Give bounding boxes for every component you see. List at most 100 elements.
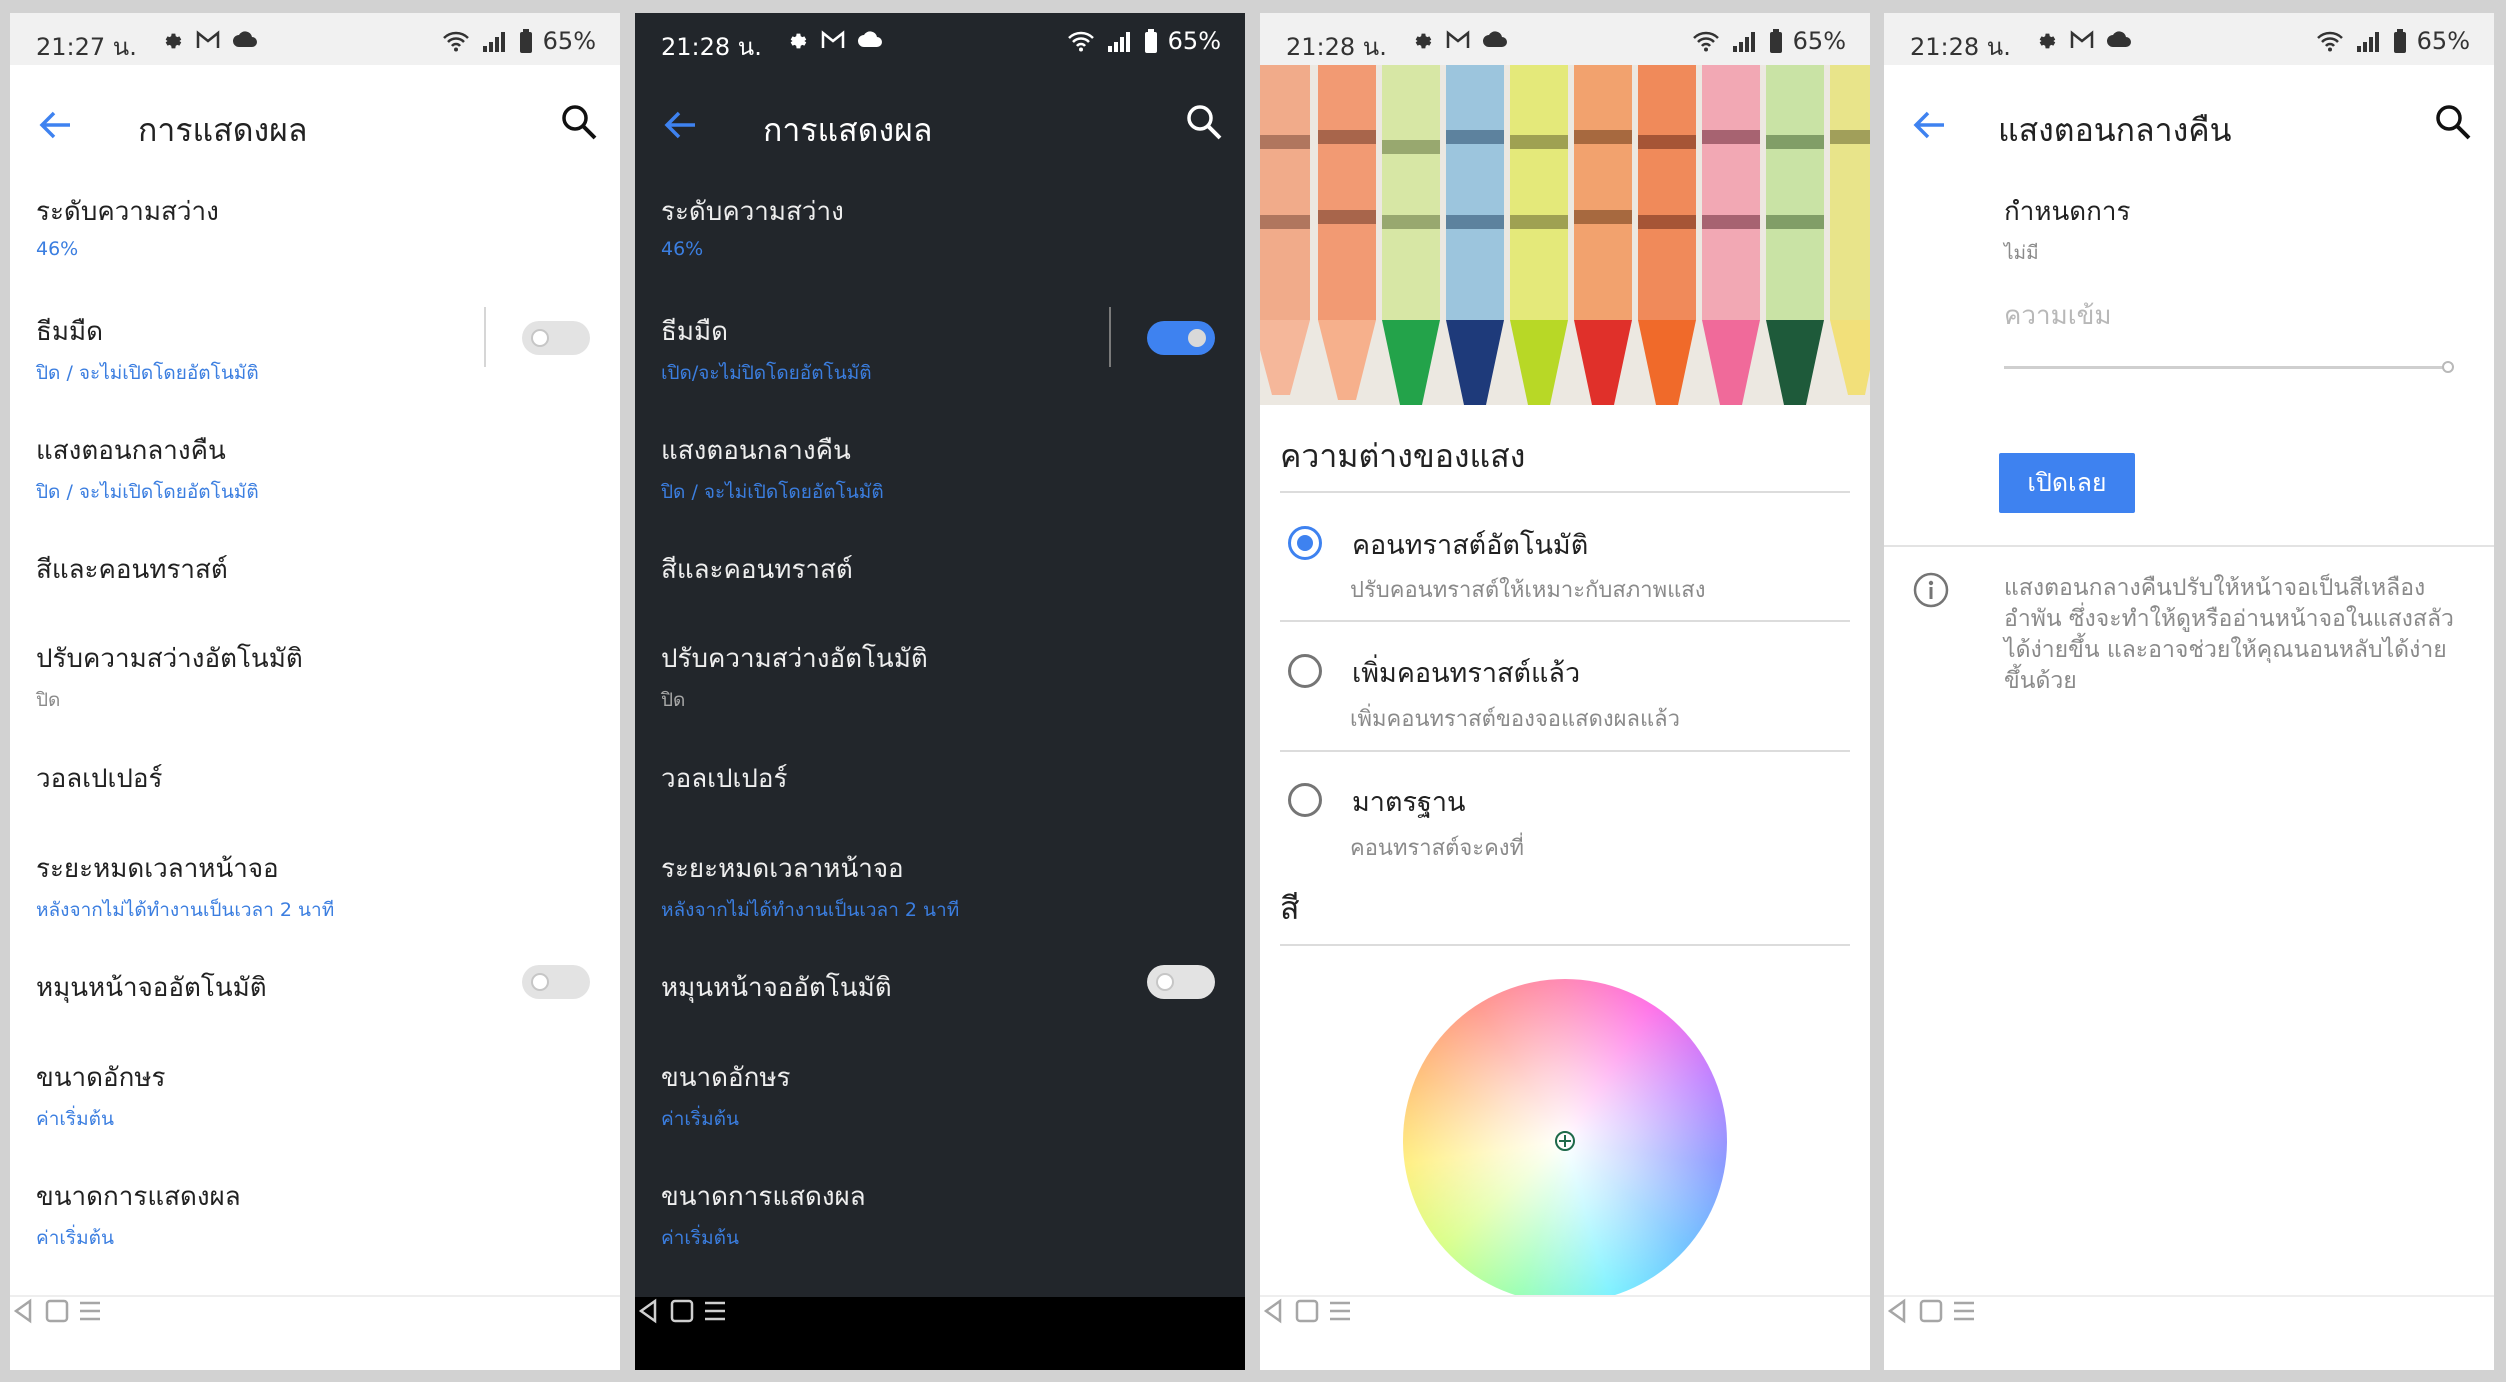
back-arrow-icon[interactable] (659, 103, 703, 147)
setting-subtitle: 46% (36, 238, 79, 260)
crayon (1766, 65, 1824, 405)
setting-title: วอลเปเปอร์ (36, 764, 163, 794)
nav-back-icon[interactable] (1884, 1297, 1912, 1325)
battery-icon (2393, 29, 2406, 53)
battery-icon (1144, 29, 1157, 53)
setting-subtitle: 46% (661, 238, 704, 260)
setting-title: กำหนดการ (2004, 197, 2131, 227)
setting-subtitle: ค่าเริ่มต้น (661, 1108, 739, 1130)
setting-screen-timeout[interactable]: ระยะหมดเวลาหน้าจอ หลังจากไม่ได้ทำงานเป็น… (36, 848, 596, 925)
nav-recents-icon[interactable] (1950, 1297, 1978, 1325)
gmail-icon (2070, 30, 2094, 48)
setting-night-light[interactable]: แสงตอนกลางคืน ปิด / จะไม่เปิดโดยอัตโนมัต… (661, 430, 1221, 507)
auto-rotate-toggle[interactable] (522, 965, 590, 999)
setting-subtitle: หลังจากไม่ได้ทำงานเป็นเวลา 2 นาที (661, 899, 960, 921)
radio-auto-contrast[interactable] (1288, 526, 1322, 560)
night-light-info-text: แสงตอนกลางคืนปรับให้หน้าจอเป็นสีเหลืองอำ… (2004, 575, 2454, 694)
crayons-header-image (1260, 65, 1870, 405)
nav-home-icon[interactable] (1293, 1297, 1321, 1325)
dark-theme-toggle[interactable] (1147, 321, 1215, 355)
setting-auto-rotate[interactable]: หมุนหน้าจออัตโนมัติ (36, 967, 596, 1008)
intensity-slider[interactable] (2004, 366, 2444, 369)
option-subtitle: คอนทราสต์จะคงที่ (1350, 836, 1525, 861)
phone-display-settings-light: 21:27 น. 65% การแสดงผล ระดับความสว่าง 46… (10, 13, 620, 1370)
setting-subtitle: ปิด (36, 689, 61, 711)
nav-home-icon[interactable] (1917, 1297, 1945, 1325)
nav-home-icon[interactable] (668, 1297, 696, 1325)
color-picker-crosshair-icon[interactable] (1554, 1130, 1576, 1152)
nav-home-icon[interactable] (43, 1297, 71, 1325)
search-icon[interactable] (1185, 103, 1223, 141)
setting-subtitle: ค่าเริ่มต้น (661, 1227, 739, 1249)
dark-theme-toggle[interactable] (522, 321, 590, 355)
intensity-slider-end[interactable] (2442, 361, 2454, 373)
option-divider (1280, 750, 1850, 752)
nav-back-icon[interactable] (1260, 1297, 1288, 1325)
turn-on-now-button[interactable]: เปิดเลย (1999, 453, 2135, 513)
settings-icon (790, 33, 807, 49)
battery-icon (519, 29, 532, 53)
section-divider (1280, 944, 1850, 946)
setting-brightness[interactable]: ระดับความสว่าง 46% (36, 191, 596, 260)
setting-wallpaper[interactable]: วอลเปเปอร์ (36, 758, 596, 799)
search-icon[interactable] (2434, 103, 2472, 141)
page-title: การแสดงผล (763, 111, 933, 149)
setting-dark-theme[interactable]: ธีมมืด เปิด/จะไม่ปิดโดยอัตโนมัติ (661, 311, 1221, 388)
cloud-icon (233, 31, 257, 47)
app-bar: การแสดงผล (10, 65, 620, 185)
toggle-knob (1156, 973, 1174, 991)
setting-screen-timeout[interactable]: ระยะหมดเวลาหน้าจอ หลังจากไม่ได้ทำงานเป็น… (661, 848, 1221, 925)
battery-percent: 65% (2416, 27, 2470, 55)
status-time: 21:28 น. (661, 33, 762, 61)
crayon (1446, 65, 1504, 405)
setting-color-contrast[interactable]: สีและคอนทราสต์ (36, 549, 596, 590)
setting-auto-rotate[interactable]: หมุนหน้าจออัตโนมัติ (661, 967, 1221, 1008)
setting-title: ปรับความสว่างอัตโนมัติ (36, 644, 303, 674)
setting-brightness[interactable]: ระดับความสว่าง 46% (661, 191, 1221, 260)
setting-display-size[interactable]: ขนาดการแสดงผล ค่าเริ่มต้น (36, 1176, 596, 1253)
radio-increased-contrast[interactable] (1288, 654, 1322, 688)
status-bar: 21:28 น. 65% (1884, 13, 2494, 65)
cloud-icon (858, 31, 882, 47)
nav-back-icon[interactable] (635, 1297, 663, 1325)
nav-recents-icon[interactable] (76, 1297, 104, 1325)
setting-title: สีและคอนทราสต์ (661, 555, 853, 585)
phone-color-contrast: 21:28 น. 65% ความต่างของแสง คอนทราสต์อัต… (1260, 13, 1870, 1370)
back-arrow-icon[interactable] (1908, 103, 1952, 147)
setting-color-contrast[interactable]: สีและคอนทราสต์ (661, 549, 1221, 590)
navigation-bar (10, 1295, 620, 1370)
setting-display-size[interactable]: ขนาดการแสดงผล ค่าเริ่มต้น (661, 1176, 1221, 1253)
nav-back-icon[interactable] (10, 1297, 38, 1325)
back-arrow-icon[interactable] (34, 103, 78, 147)
setting-title: ธีมมืด (36, 317, 104, 347)
toggle-knob (531, 973, 549, 991)
gmail-icon (1446, 30, 1470, 48)
setting-font-size[interactable]: ขนาดอักษร ค่าเริ่มต้น (36, 1057, 596, 1134)
option-subtitle: ปรับคอนทราสต์ให้เหมาะกับสภาพแสง (1350, 578, 1706, 603)
setting-title: ขนาดการแสดงผล (661, 1182, 866, 1212)
phone-night-light: 21:28 น. 65% แสงตอนกลางคืน กำหนดการ ไม่ม… (1884, 13, 2494, 1370)
toggle-knob (531, 329, 549, 347)
crayon (1638, 65, 1696, 405)
setting-title: หมุนหน้าจออัตโนมัติ (661, 973, 892, 1003)
radio-standard-contrast[interactable] (1288, 783, 1322, 817)
setting-font-size[interactable]: ขนาดอักษร ค่าเริ่มต้น (661, 1057, 1221, 1134)
cloud-icon (1483, 31, 1507, 47)
setting-schedule[interactable]: กำหนดการ ไม่มี (2004, 191, 2494, 268)
setting-auto-brightness[interactable]: ปรับความสว่างอัตโนมัติ ปิด (661, 638, 1221, 715)
setting-wallpaper[interactable]: วอลเปเปอร์ (661, 758, 1221, 799)
setting-auto-brightness[interactable]: ปรับความสว่างอัตโนมัติ ปิด (36, 638, 596, 715)
setting-subtitle: ปิด / จะไม่เปิดโดยอัตโนมัติ (36, 362, 259, 384)
search-icon[interactable] (560, 103, 598, 141)
setting-title: ระดับความสว่าง (36, 197, 219, 227)
auto-rotate-toggle[interactable] (1147, 965, 1215, 999)
nav-recents-icon[interactable] (701, 1297, 729, 1325)
option-divider (1280, 620, 1850, 622)
nav-recents-icon[interactable] (1326, 1297, 1354, 1325)
status-bar: 21:28 น. 65% (635, 13, 1245, 65)
setting-dark-theme[interactable]: ธีมมืด ปิด / จะไม่เปิดโดยอัตโนมัติ (36, 311, 596, 388)
toggle-divider (1109, 307, 1111, 367)
setting-night-light[interactable]: แสงตอนกลางคืน ปิด / จะไม่เปิดโดยอัตโนมัต… (36, 430, 596, 507)
wifi-icon (442, 31, 469, 52)
setting-title: ธีมมืด (661, 317, 729, 347)
